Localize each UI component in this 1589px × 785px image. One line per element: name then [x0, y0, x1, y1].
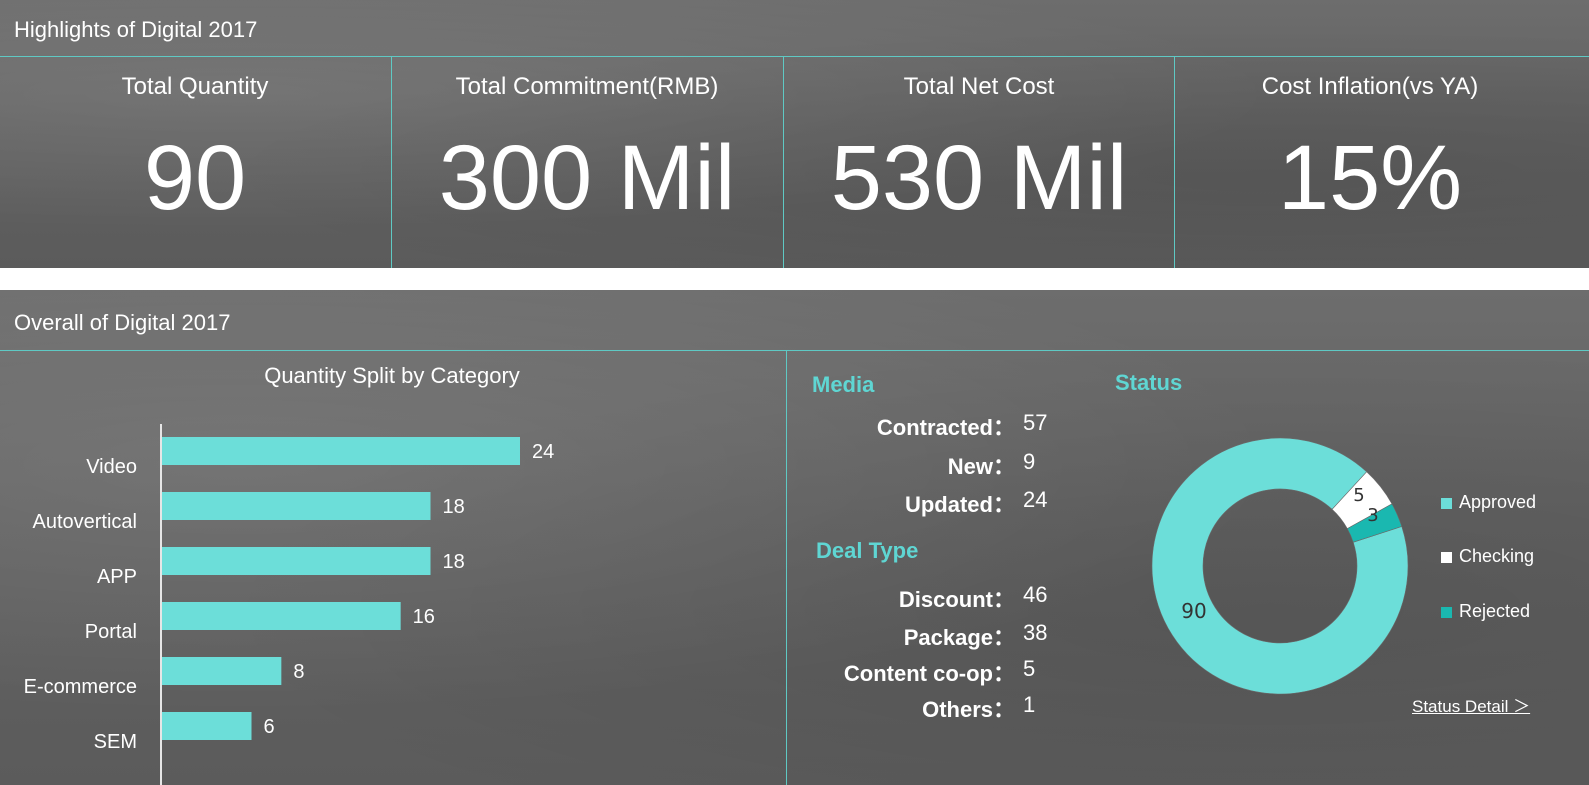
bar-chart-title: Quantity Split by Category: [264, 363, 520, 388]
stat-value: 57: [1023, 410, 1048, 435]
bar-value-label: 16: [413, 606, 435, 628]
stat-label: Discount：: [898, 587, 1015, 612]
deal-row-package: Package： 38: [755, 620, 1048, 650]
bar-category-label: APP: [97, 566, 137, 588]
bar-value-label: 8: [293, 661, 304, 683]
stat-value: 46: [1023, 582, 1048, 607]
overall-panel: Overall of Digital 2017 Quantity Split b…: [0, 290, 1589, 785]
bar-value-label: 24: [532, 441, 554, 463]
status-detail-link[interactable]: Status Detail ＞: [1412, 692, 1530, 717]
legend-swatch: [1441, 607, 1452, 618]
stat-label: Package：: [903, 625, 1015, 650]
bar-category-label: E-commerce: [24, 676, 137, 698]
kpi-value: 530 Mil: [830, 127, 1128, 229]
bar-value-label: 6: [264, 716, 275, 738]
legend-label: Checking: [1459, 546, 1535, 566]
kpi-total-quantity: Total Quantity 90: [0, 58, 390, 268]
bar-autovertical: [162, 492, 431, 520]
bar-video: [162, 437, 520, 465]
donut-value-label: 3: [1367, 505, 1378, 526]
status-title: Status: [1115, 370, 1183, 395]
media-title: Media: [812, 372, 875, 397]
bar-category-label: Autovertical: [33, 511, 138, 533]
overall-title: Overall of Digital 2017: [14, 310, 231, 335]
highlights-title: Highlights of Digital 2017: [14, 17, 258, 42]
bar-sem: [162, 712, 252, 740]
donut-value-label: 90: [1181, 599, 1206, 623]
stat-label: Content co-op：: [843, 661, 1015, 686]
overall-divider: [0, 350, 1589, 351]
stat-value: 5: [1023, 656, 1036, 681]
legend-label: Rejected: [1459, 601, 1531, 621]
status-donut-chart: 90 53: [1151, 437, 1409, 695]
kpi-value: 300 Mil: [438, 127, 736, 229]
deal-row-others: Others： 1: [755, 692, 1035, 722]
legend-label: Approved: [1459, 492, 1537, 512]
kpi-label: Total Net Cost: [903, 73, 1055, 100]
kpi-total-net-cost: Total Net Cost 530 Mil: [784, 58, 1174, 268]
kpi-total-commitment: Total Commitment(RMB) 300 Mil: [392, 58, 782, 268]
kpi-label: Total Commitment(RMB): [455, 73, 719, 100]
stat-label: Updated：: [904, 492, 1015, 517]
bar-e-commerce: [162, 657, 282, 685]
stat-value: 24: [1023, 487, 1048, 512]
kpi-label: Cost Inflation(vs YA): [1261, 73, 1479, 100]
kpi-value: 90: [143, 127, 247, 229]
donut-value-label: 5: [1353, 485, 1364, 506]
legend-swatch: [1441, 552, 1452, 563]
kpi-value: 15%: [1277, 127, 1463, 229]
bar-portal: [162, 602, 401, 630]
bar-category-label: Portal: [85, 621, 137, 643]
bar-value-label: 18: [443, 496, 465, 518]
deal-row-discount: Discount： 46: [755, 582, 1048, 612]
bar-category-label: Video: [86, 456, 137, 478]
stat-label: New：: [947, 454, 1015, 479]
kpi-cost-inflation: Cost Inflation(vs YA) 15%: [1175, 58, 1565, 268]
deal-row-content-coop: Content co-op： 5: [755, 656, 1035, 686]
kpi-label: Total Quantity: [121, 73, 269, 100]
bar-value-label: 18: [443, 551, 465, 573]
media-row-updated: Updated： 24: [755, 487, 1048, 517]
media-row-contracted: Contracted： 57: [755, 410, 1048, 440]
bar-category-label: SEM: [94, 731, 137, 753]
deal-type-title: Deal Type: [816, 538, 919, 563]
stat-label: Contracted：: [876, 415, 1015, 440]
quantity-bar-chart: Quantity Split by Category Video 24 Autover…: [24, 363, 554, 785]
stat-label: Others：: [922, 697, 1015, 722]
highlights-panel: Highlights of Digital 2017 Total Quantit…: [0, 0, 1589, 268]
media-row-new: New： 9: [755, 449, 1036, 479]
legend-swatch: [1441, 498, 1452, 509]
stat-value: 1: [1023, 692, 1036, 717]
highlights-divider: [0, 56, 1589, 57]
stat-value: 9: [1023, 449, 1036, 474]
bar-app: [162, 547, 431, 575]
stat-value: 38: [1023, 620, 1048, 645]
